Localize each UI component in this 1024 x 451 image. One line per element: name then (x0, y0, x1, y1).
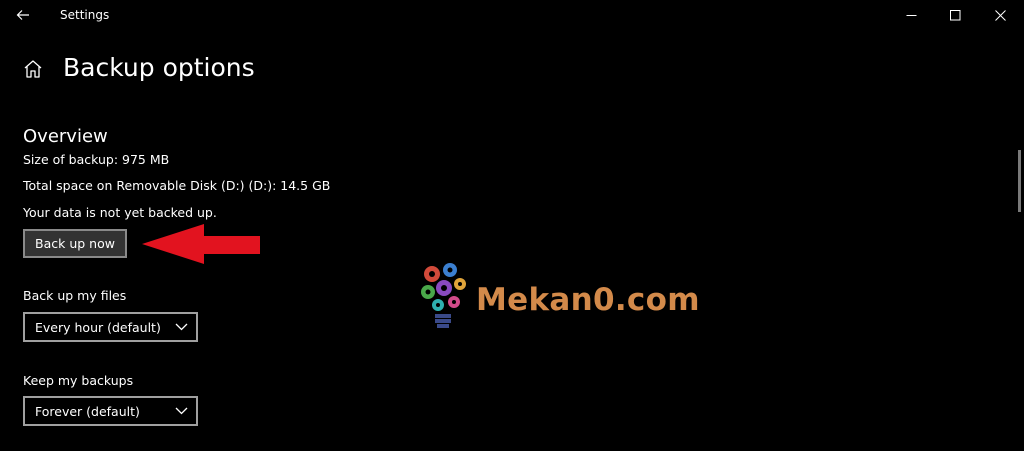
home-button[interactable] (22, 58, 44, 80)
minimize-icon (906, 14, 916, 16)
overview-heading: Overview (23, 126, 108, 147)
page-title: Backup options (63, 53, 255, 82)
keep-backups-dropdown[interactable]: Forever (default) (23, 396, 198, 426)
back-button[interactable] (8, 2, 38, 28)
total-space-text: Total space on Removable Disk (D:) (D:):… (23, 178, 331, 193)
minimize-button[interactable] (888, 0, 934, 30)
close-button[interactable] (977, 0, 1023, 30)
chevron-down-icon (175, 323, 188, 331)
backup-frequency-dropdown[interactable]: Every hour (default) (23, 312, 198, 342)
annotation-arrow-icon (142, 224, 260, 264)
watermark-text: Mekan0.com (476, 282, 700, 318)
app-title: Settings (60, 8, 110, 22)
backup-frequency-value: Every hour (default) (35, 319, 161, 335)
back-arrow-icon (16, 10, 29, 20)
backup-frequency-label: Back up my files (23, 288, 127, 303)
close-icon (994, 9, 1006, 21)
keep-backups-label: Keep my backups (23, 373, 134, 388)
maximize-button[interactable] (932, 0, 978, 30)
title-bar: Settings (0, 0, 1024, 30)
backup-status-text: Your data is not yet backed up. (23, 205, 217, 220)
maximize-icon (949, 9, 960, 20)
keep-backups-value: Forever (default) (35, 403, 140, 419)
watermark: Mekan0.com (418, 258, 728, 338)
chevron-down-icon (175, 407, 188, 415)
home-icon (24, 60, 42, 78)
lightbulb-gears-logo-icon (421, 263, 466, 328)
backup-size-text: Size of backup: 975 MB (23, 152, 170, 167)
back-up-now-button[interactable]: Back up now (23, 229, 127, 258)
scrollbar[interactable] (1018, 150, 1021, 212)
